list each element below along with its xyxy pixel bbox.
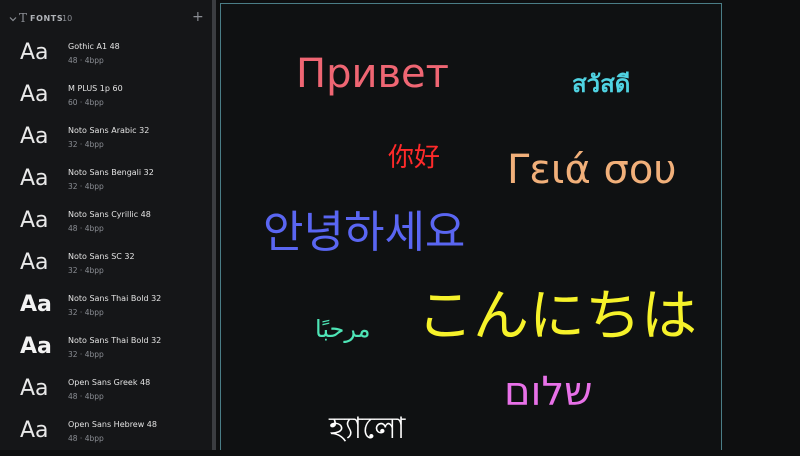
font-meta: 60 · 4bpp	[68, 98, 104, 107]
greeting-hebrew[interactable]: שלום	[504, 372, 593, 412]
font-name: Noto Sans Thai Bold 32	[68, 336, 162, 345]
font-name: Noto Sans Thai Bold 32	[68, 294, 162, 303]
font-meta: 48 · 4bpp	[68, 224, 104, 233]
panel-title: FONTS	[30, 14, 64, 23]
font-preview-glyph: Aa	[20, 124, 49, 149]
font-meta: 32 · 4bpp	[68, 308, 104, 317]
greeting-arabic[interactable]: مرحبًا	[315, 317, 371, 341]
greeting-chinese[interactable]: 你好	[388, 145, 440, 171]
font-preview-glyph: Aa	[20, 418, 49, 443]
font-name: M PLUS 1p 60	[68, 84, 123, 93]
font-preview-glyph: Aa	[20, 166, 49, 191]
sidebar-scrollbar[interactable]	[212, 0, 216, 450]
preview-canvas[interactable]: Привет สวัสดี 你好 Γειά σου 안녕하세요 こんにちは مر…	[220, 3, 722, 450]
font-preview-glyph: Aa	[20, 292, 52, 317]
fonts-sidebar: T FONTS 10 + Aa Gothic A1 48 48 · 4bpp Aa M …	[0, 0, 212, 450]
font-name: Noto Sans Arabic 32	[68, 126, 150, 135]
font-list-item[interactable]: Aa Open Sans Greek 48 48 · 4bpp	[0, 374, 212, 414]
chevron-down-icon[interactable]	[8, 14, 18, 24]
greeting-bengali[interactable]: হ্যালো	[329, 414, 405, 444]
font-meta: 32 · 4bpp	[68, 182, 104, 191]
font-list-item[interactable]: Aa Gothic A1 48 48 · 4bpp	[0, 38, 212, 78]
font-name: Noto Sans Cyrillic 48	[68, 210, 151, 219]
greeting-russian[interactable]: Привет	[296, 54, 449, 94]
font-list-item[interactable]: Aa Noto Sans Thai Bold 32 32 · 4bpp	[0, 290, 212, 330]
font-name: Gothic A1 48	[68, 42, 120, 51]
font-meta: 32 · 4bpp	[68, 350, 104, 359]
font-preview-glyph: Aa	[20, 334, 52, 359]
greeting-korean[interactable]: 안녕하세요	[263, 211, 465, 255]
font-meta: 48 · 4bpp	[68, 392, 104, 401]
fonts-panel-header[interactable]: T FONTS 10 +	[0, 0, 212, 38]
font-name: Open Sans Greek 48	[68, 378, 151, 387]
font-preview-glyph: Aa	[20, 208, 49, 233]
greeting-japanese[interactable]: こんにちは	[417, 289, 697, 345]
font-name: Open Sans Hebrew 48	[68, 420, 157, 429]
greeting-greek[interactable]: Γειά σου	[507, 150, 677, 190]
font-list-item[interactable]: Aa Noto Sans Cyrillic 48 48 · 4bpp	[0, 206, 212, 246]
font-meta: 32 · 4bpp	[68, 140, 104, 149]
font-preview-glyph: Aa	[20, 40, 49, 65]
font-name: Noto Sans Bengali 32	[68, 168, 154, 177]
font-list-item[interactable]: Aa Noto Sans SC 32 32 · 4bpp	[0, 248, 212, 288]
font-list-item[interactable]: Aa Open Sans Hebrew 48 48 · 4bpp	[0, 416, 212, 456]
font-list-item[interactable]: Aa M PLUS 1p 60 60 · 4bpp	[0, 80, 212, 120]
greeting-thai[interactable]: สวัสดี	[572, 72, 630, 96]
font-meta: 48 · 4bpp	[68, 434, 104, 443]
font-list-item[interactable]: Aa Noto Sans Bengali 32 32 · 4bpp	[0, 164, 212, 204]
font-preview-glyph: Aa	[20, 82, 49, 107]
font-meta: 32 · 4bpp	[68, 266, 104, 275]
font-list-item[interactable]: Aa Noto Sans Thai Bold 32 32 · 4bpp	[0, 332, 212, 372]
font-type-icon: T	[19, 11, 28, 25]
add-font-icon[interactable]: +	[192, 10, 204, 24]
font-list-item[interactable]: Aa Noto Sans Arabic 32 32 · 4bpp	[0, 122, 212, 162]
font-count: 10	[62, 14, 73, 23]
font-preview-glyph: Aa	[20, 376, 49, 401]
font-meta: 48 · 4bpp	[68, 56, 104, 65]
font-preview-glyph: Aa	[20, 250, 49, 275]
font-name: Noto Sans SC 32	[68, 252, 135, 261]
